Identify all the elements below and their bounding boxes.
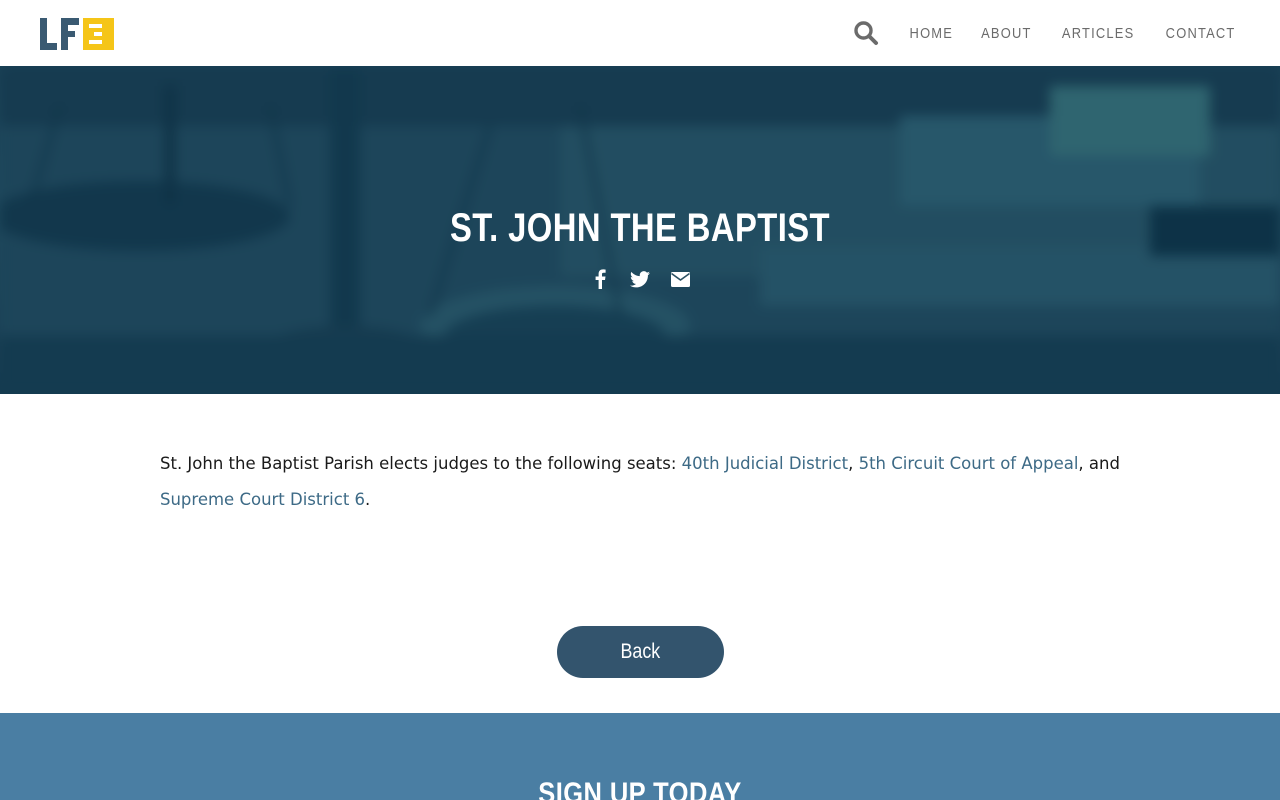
envelope-icon[interactable] xyxy=(669,268,691,290)
back-button[interactable]: Back xyxy=(557,626,724,678)
share-bar xyxy=(0,268,1280,290)
page-title: ST. JOHN THE BAPTIST xyxy=(450,206,830,250)
main-nav: HOME ABOUT ARTICLES CONTACT xyxy=(852,0,1241,66)
twitter-icon[interactable] xyxy=(629,268,651,290)
signup-section: SIGN UP TODAY xyxy=(0,713,1280,800)
facebook-icon[interactable] xyxy=(589,268,611,290)
separator: , xyxy=(848,454,859,473)
site-header: HOME ABOUT ARTICLES CONTACT xyxy=(0,0,1280,66)
search-icon[interactable] xyxy=(852,19,880,47)
link-40th-judicial-district[interactable]: 40th Judicial District xyxy=(682,454,848,473)
nav-contact[interactable]: CONTACT xyxy=(1165,25,1235,42)
parish-description: St. John the Baptist Parish elects judge… xyxy=(160,446,1120,518)
nav-home[interactable]: HOME xyxy=(910,25,954,42)
separator: , and xyxy=(1078,454,1120,473)
site-logo[interactable] xyxy=(40,18,114,50)
signup-title: SIGN UP TODAY xyxy=(538,777,742,800)
back-button-label: Back xyxy=(620,640,661,663)
article-body: St. John the Baptist Parish elects judge… xyxy=(160,446,1120,518)
link-5th-circuit-court-of-appeal[interactable]: 5th Circuit Court of Appeal xyxy=(859,454,1079,473)
intro-text: St. John the Baptist Parish elects judge… xyxy=(160,454,682,473)
hero-banner: ST. JOHN THE BAPTIST xyxy=(0,66,1280,394)
period: . xyxy=(365,490,371,509)
nav-about[interactable]: ABOUT xyxy=(981,25,1031,42)
link-supreme-court-district-6[interactable]: Supreme Court District 6 xyxy=(160,490,365,509)
nav-articles[interactable]: ARTICLES xyxy=(1061,25,1133,42)
